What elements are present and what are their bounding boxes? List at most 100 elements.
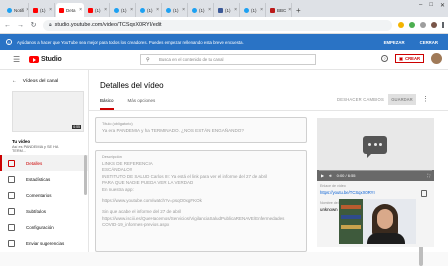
undo-changes-button[interactable]: DESHACER CAMBIOS bbox=[337, 97, 384, 102]
maximize-icon[interactable]: □ bbox=[429, 2, 433, 9]
browser-tab[interactable]: (1) × bbox=[111, 3, 136, 17]
help-icon[interactable]: ? bbox=[381, 55, 389, 62]
title-field[interactable]: Título (obligatorio) Ya era PANDEMIA y h… bbox=[95, 117, 307, 143]
browser-tab[interactable]: (1) × bbox=[241, 3, 266, 17]
player-time: 0:00 / 6:55 bbox=[336, 173, 356, 178]
browser-tab-active[interactable]: Deta × bbox=[56, 3, 84, 17]
back-label: Vídeos del canal bbox=[22, 79, 59, 84]
lock-icon: 🔒︎ bbox=[49, 22, 52, 28]
reload-icon[interactable]: ↻ bbox=[30, 21, 37, 29]
sidebar-item-feedback[interactable]: Enviar sugerencias bbox=[0, 235, 88, 251]
menu-dots-icon[interactable] bbox=[442, 22, 444, 28]
address-bar[interactable]: 🔒︎ studio.youtube.com/video/TCSqxX0RYI/e… bbox=[43, 19, 392, 31]
browser-tab[interactable]: (1) × bbox=[137, 3, 162, 17]
avatar[interactable] bbox=[431, 53, 442, 64]
sidebar-item-label: Subtítulos bbox=[26, 208, 47, 214]
sidebar-item-subtitles[interactable]: Subtítulos bbox=[0, 203, 88, 219]
copy-icon[interactable] bbox=[421, 190, 427, 197]
sidebar-item-label: Configuración bbox=[26, 224, 54, 230]
youtube-icon bbox=[88, 7, 93, 13]
browser-toolbar: ← → ↻ 🔒︎ studio.youtube.com/video/TCSqxX… bbox=[0, 17, 448, 34]
tab-divider bbox=[89, 110, 448, 111]
browser-tab[interactable]: (1) × bbox=[189, 3, 214, 17]
close-tab-icon[interactable]: × bbox=[208, 7, 211, 13]
create-label: CREAR bbox=[405, 56, 420, 61]
start-survey-button[interactable]: EMPEZAR bbox=[384, 40, 405, 45]
description-field[interactable]: Descripción LINKS DE REFERENCIA ESCÁNDAL… bbox=[95, 150, 307, 252]
book bbox=[341, 205, 361, 209]
close-tab-icon[interactable]: × bbox=[288, 7, 291, 13]
close-banner-button[interactable]: CERRAR bbox=[420, 40, 438, 45]
tab-label: BBC bbox=[277, 7, 287, 13]
tab-label: Deta bbox=[66, 7, 76, 13]
forward-arrow-icon[interactable]: → bbox=[17, 22, 24, 29]
extension-icon[interactable] bbox=[409, 22, 415, 28]
close-tab-icon[interactable]: × bbox=[156, 7, 159, 13]
bbc-icon bbox=[270, 7, 275, 13]
sidebar-item-comments[interactable]: Comentarios bbox=[0, 187, 88, 203]
twitter-icon bbox=[166, 7, 171, 13]
studio-logo[interactable]: Studio bbox=[29, 56, 62, 63]
banner-message: Ayúdanos a hacer que YouTube sea mejor p… bbox=[17, 39, 244, 45]
close-tab-icon[interactable]: × bbox=[49, 7, 52, 13]
sidebar-item-details[interactable]: Detalles bbox=[0, 155, 88, 171]
browser-tab[interactable]: (1) × bbox=[163, 3, 188, 17]
back-arrow-icon[interactable]: ← bbox=[4, 22, 11, 29]
sidebar-item-label: Comentarios bbox=[26, 192, 52, 198]
fullscreen-icon[interactable]: ⛶ bbox=[427, 173, 430, 178]
webcam-overlay bbox=[339, 199, 416, 244]
video-link[interactable]: https://youtu.be/TCSqxX0RYI bbox=[320, 190, 375, 195]
video-player[interactable]: ▶ 🔊︎ 0:00 / 6:55 ⛶ bbox=[317, 118, 434, 181]
sidebar-item-settings[interactable]: Configuración bbox=[0, 219, 88, 235]
minimize-icon[interactable]: – bbox=[419, 2, 422, 9]
video-thumbnail[interactable]: 6:55 bbox=[12, 91, 84, 132]
page-title: Detalles del vídeo bbox=[100, 81, 164, 90]
volume-icon[interactable]: 🔊︎ bbox=[329, 173, 332, 178]
close-tab-icon[interactable]: × bbox=[79, 7, 82, 13]
tab-more-options[interactable]: Más opciones bbox=[128, 98, 156, 110]
browser-tab[interactable]: (1) × bbox=[85, 3, 110, 17]
file-name: unknown bbox=[320, 207, 338, 212]
play-icon[interactable]: ▶ bbox=[321, 173, 324, 178]
sidebar-item-label: Detalles bbox=[26, 160, 43, 166]
browser-tab[interactable]: (1) × bbox=[215, 3, 240, 17]
search-icon: ⚲ bbox=[146, 57, 150, 63]
hamburger-menu-icon[interactable]: ☰ bbox=[13, 55, 23, 64]
camera-icon: ▣ bbox=[399, 56, 404, 61]
tab-label: (1) bbox=[225, 7, 231, 13]
star-icon[interactable] bbox=[398, 22, 404, 28]
sidebar-item-analytics[interactable]: Estadísticas bbox=[0, 171, 88, 187]
back-to-videos-link[interactable]: ← Vídeos del canal bbox=[0, 70, 88, 84]
search-input[interactable]: ⚲ Busca en el contenido de tu canal bbox=[140, 54, 316, 65]
progress-bar[interactable] bbox=[319, 170, 432, 171]
profile-icon[interactable] bbox=[431, 22, 437, 28]
tab-basic[interactable]: Básico bbox=[100, 98, 114, 110]
close-tab-icon[interactable]: × bbox=[104, 7, 107, 13]
more-options-icon[interactable]: ⋮ bbox=[422, 95, 429, 103]
save-button[interactable]: GUARDAR bbox=[388, 94, 416, 105]
twitter-icon bbox=[244, 7, 249, 13]
browser-tab[interactable]: Notifi × bbox=[4, 3, 29, 17]
close-tab-icon[interactable]: × bbox=[260, 7, 263, 13]
header-actions: ? ▣ CREAR bbox=[381, 53, 442, 64]
tab-label: (1) bbox=[121, 7, 127, 13]
description-line: https://www.youtube.com/watch?v=psqO0xgF… bbox=[102, 198, 202, 204]
extension-icon[interactable] bbox=[420, 22, 426, 28]
details-tabs: Básico Más opciones bbox=[100, 98, 155, 110]
new-tab-button[interactable]: + bbox=[296, 6, 301, 15]
close-tab-icon[interactable]: × bbox=[130, 7, 133, 13]
main-panel: Detalles del vídeo Básico Más opciones D… bbox=[89, 70, 448, 266]
book bbox=[341, 225, 361, 229]
close-window-icon[interactable]: ✕ bbox=[440, 2, 445, 9]
close-tab-icon[interactable]: × bbox=[234, 7, 237, 13]
sidebar-item-label: Enviar sugerencias bbox=[26, 240, 65, 246]
browser-tab[interactable]: BBC × bbox=[267, 3, 292, 17]
presenter-face bbox=[377, 209, 393, 229]
close-tab-icon[interactable]: × bbox=[182, 7, 185, 13]
close-tab-icon[interactable]: × bbox=[26, 7, 28, 13]
feedback-icon bbox=[8, 239, 15, 247]
browser-tab[interactable]: (1) × bbox=[30, 3, 55, 17]
video-link-label: Enlace de vídeo bbox=[320, 184, 346, 188]
create-button[interactable]: ▣ CREAR bbox=[395, 54, 424, 63]
sidebar-scrollbar[interactable] bbox=[84, 155, 87, 195]
